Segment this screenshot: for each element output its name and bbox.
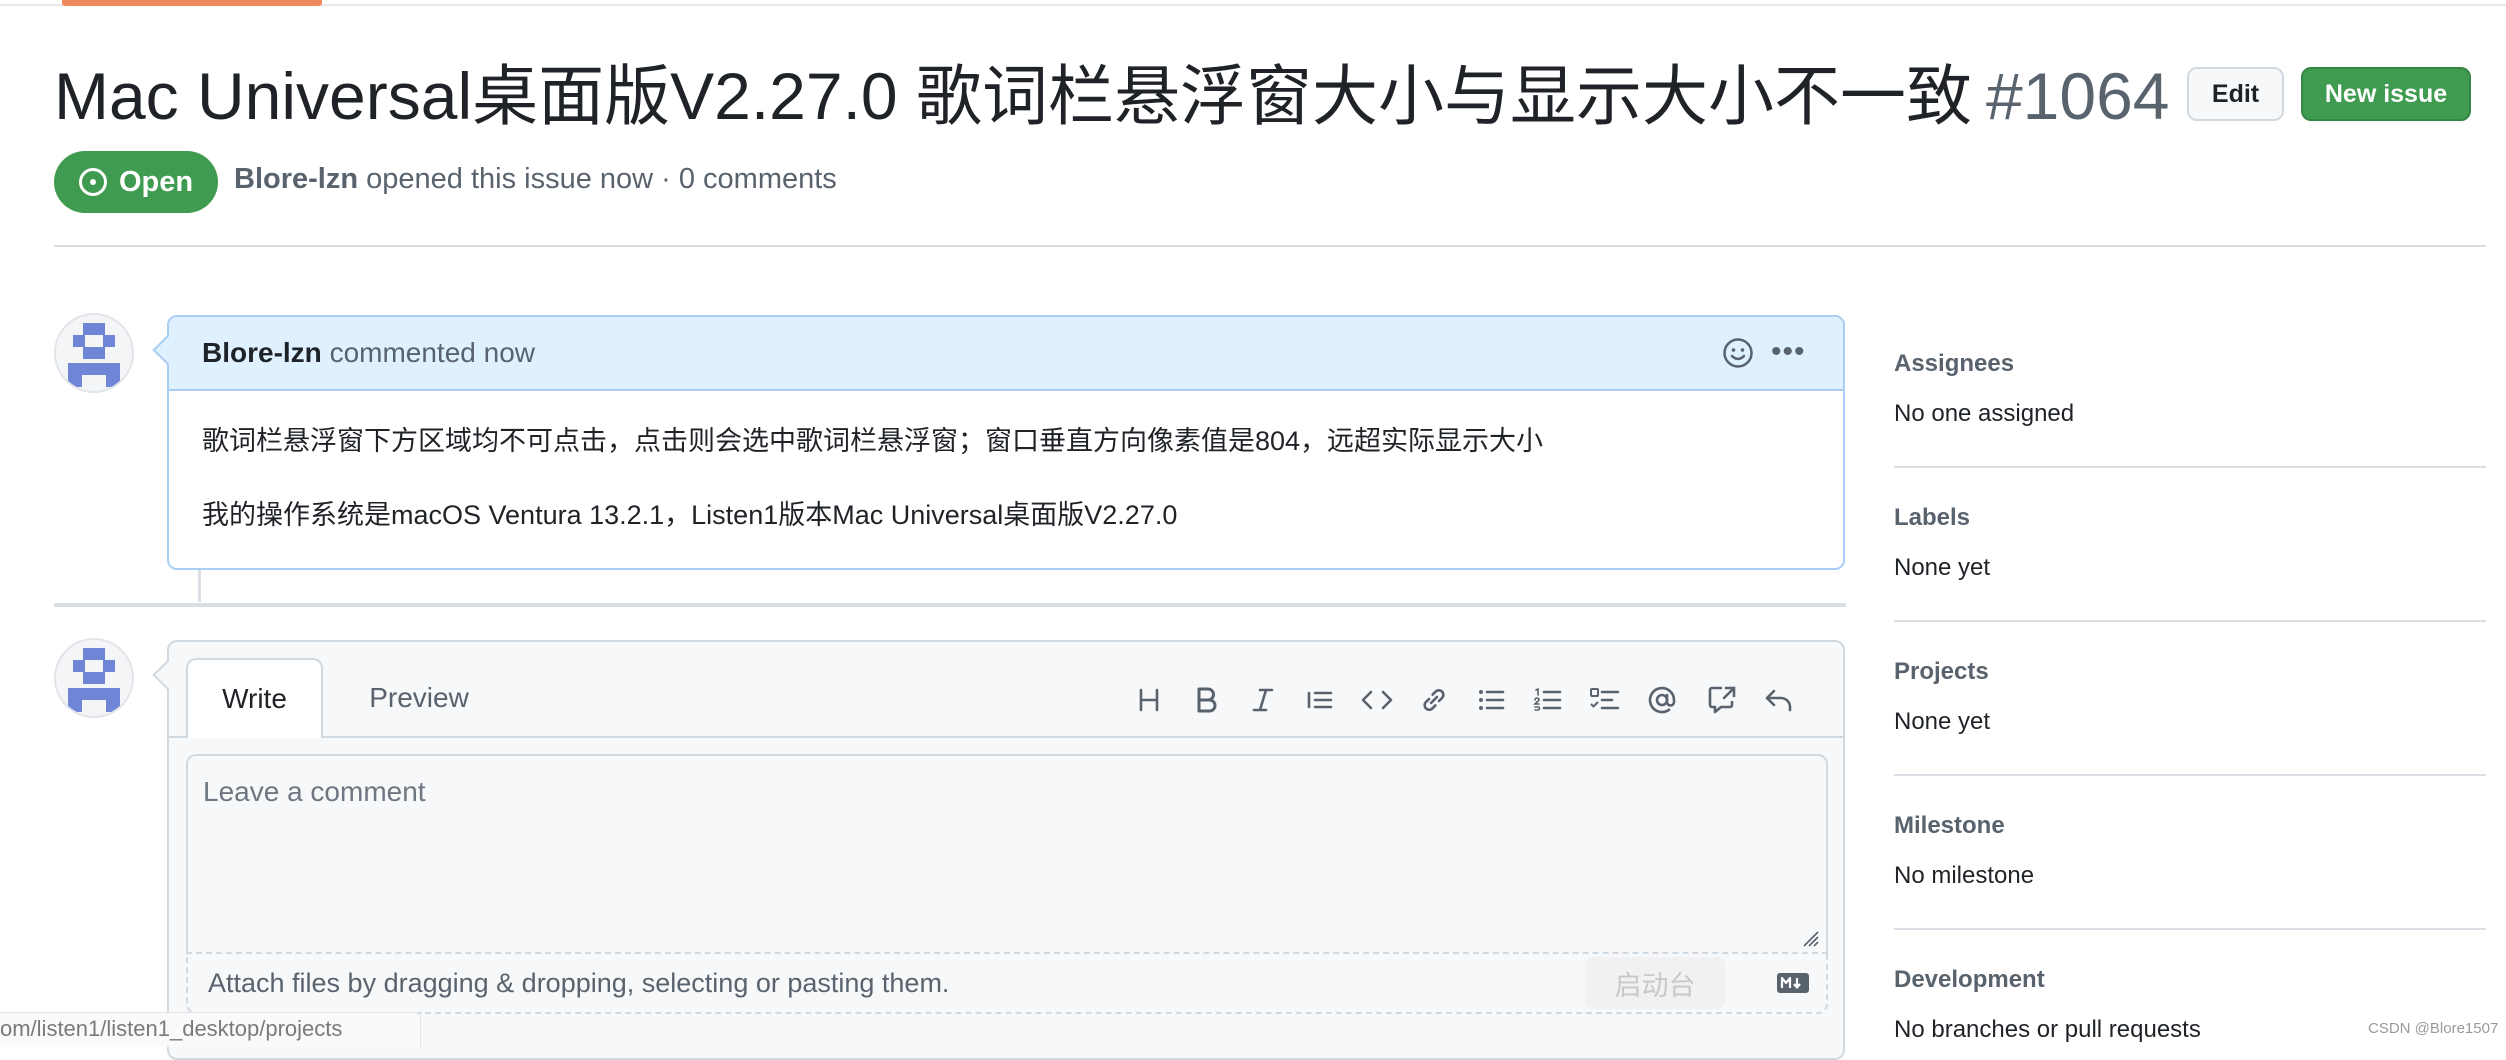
task-list-icon[interactable] — [1587, 682, 1623, 718]
italic-icon[interactable] — [1245, 682, 1281, 718]
issue-author-link[interactable]: Blore-lzn — [234, 163, 358, 195]
top-rule — [0, 4, 2506, 6]
sidebar-value: None yet — [1894, 554, 1991, 581]
bold-icon[interactable] — [1188, 682, 1224, 718]
comment-author-line: Blore-lzn commented now — [202, 337, 535, 369]
status-bar-url: om/listen1/listen1_desktop/projects — [0, 1012, 421, 1047]
cross-reference-icon[interactable] — [1704, 682, 1740, 718]
sidebar-value: No milestone — [1894, 862, 2035, 889]
sidebar-heading: Development — [1894, 966, 2045, 993]
link-icon[interactable] — [1416, 682, 1452, 718]
reply-icon[interactable] — [1761, 682, 1797, 718]
code-icon[interactable] — [1359, 682, 1395, 718]
sidebar-projects[interactable]: Projects None yet — [1894, 658, 2486, 736]
issue-open-icon — [78, 168, 107, 196]
new-issue-button[interactable]: New issue — [2301, 67, 2471, 121]
sidebar-milestone[interactable]: Milestone No milestone — [1894, 812, 2486, 890]
comment-header: Blore-lzn commented now ••• — [169, 317, 1843, 391]
sidebar-heading: Assignees — [1894, 350, 2015, 377]
sidebar-heading: Labels — [1894, 504, 1971, 531]
comment-placeholder: Leave a comment — [203, 776, 426, 807]
sidebar-divider — [1894, 774, 2486, 776]
avatar[interactable] — [54, 638, 134, 718]
comment-paragraph: 歌词栏悬浮窗下方区域均不可点击，点击则会选中歌词栏悬浮窗；窗口垂直方向像素值是8… — [202, 426, 1544, 456]
sidebar-heading: Milestone — [1894, 812, 2005, 839]
heading-icon[interactable] — [1131, 682, 1167, 718]
ordered-list-icon[interactable] — [1530, 682, 1566, 718]
attach-files-bar[interactable]: Attach files by dragging & dropping, sel… — [186, 952, 1828, 1014]
sidebar-value: No one assigned — [1894, 400, 2075, 427]
sidebar-divider — [1894, 620, 2486, 622]
active-tab-indicator — [62, 0, 322, 6]
avatar[interactable] — [54, 313, 134, 393]
comment-box: Blore-lzn commented now ••• 歌词栏悬浮窗下方区域均不… — [152, 315, 1845, 570]
markdown-icon[interactable] — [1776, 972, 1810, 994]
comment-textarea[interactable]: Leave a comment — [186, 754, 1828, 952]
tab-write[interactable]: Write — [186, 658, 323, 738]
watermark: CSDN @Blore1507 — [2368, 1020, 2499, 1037]
issue-title-text: Mac Universal桌面版V2.27.0 歌词栏悬浮窗大小与显示大小不一致 — [54, 59, 1972, 133]
kebab-horizontal-icon[interactable]: ••• — [1771, 335, 1806, 369]
attach-files-text: Attach files by dragging & dropping, sel… — [208, 968, 950, 998]
status-url-text: om/listen1/listen1_desktop/projects — [0, 1016, 343, 1041]
launchpad-tooltip: 启动台 — [1585, 957, 1725, 1009]
unordered-list-icon[interactable] — [1473, 682, 1509, 718]
sidebar-assignees[interactable]: Assignees No one assigned — [1894, 350, 2486, 428]
issue-meta: Blore-lzn opened this issue now · 0 comm… — [234, 163, 837, 196]
composer-pointer — [152, 659, 184, 691]
comment-action: commented now — [329, 337, 535, 368]
mention-icon[interactable] — [1644, 682, 1680, 718]
comment-author-link[interactable]: Blore-lzn — [202, 337, 322, 368]
sidebar-divider — [1894, 928, 2486, 930]
header-divider — [54, 245, 2486, 247]
sidebar-heading: Projects — [1894, 658, 1989, 685]
quote-icon[interactable] — [1302, 682, 1338, 718]
sidebar-divider — [1894, 466, 2486, 468]
status-badge: Open — [54, 151, 218, 213]
issue-title: Mac Universal桌面版V2.27.0 歌词栏悬浮窗大小与显示大小不一致… — [54, 52, 2170, 140]
edit-button[interactable]: Edit — [2187, 67, 2284, 121]
timeline-break — [54, 603, 1846, 607]
sidebar-value: None yet — [1894, 708, 1991, 735]
sidebar-labels[interactable]: Labels None yet — [1894, 504, 2486, 582]
resize-grip-icon[interactable] — [1798, 926, 1820, 948]
comment-paragraph: 我的操作系统是macOS Ventura 13.2.1，Listen1版本Mac… — [202, 500, 1178, 530]
smiley-icon[interactable] — [1722, 337, 1754, 369]
tab-preview[interactable]: Preview — [339, 658, 499, 738]
status-badge-label: Open — [118, 165, 194, 198]
issue-meta-text: opened this issue now · 0 comments — [366, 163, 837, 195]
timeline-line — [198, 570, 201, 602]
issue-number: #1064 — [1985, 59, 2170, 133]
